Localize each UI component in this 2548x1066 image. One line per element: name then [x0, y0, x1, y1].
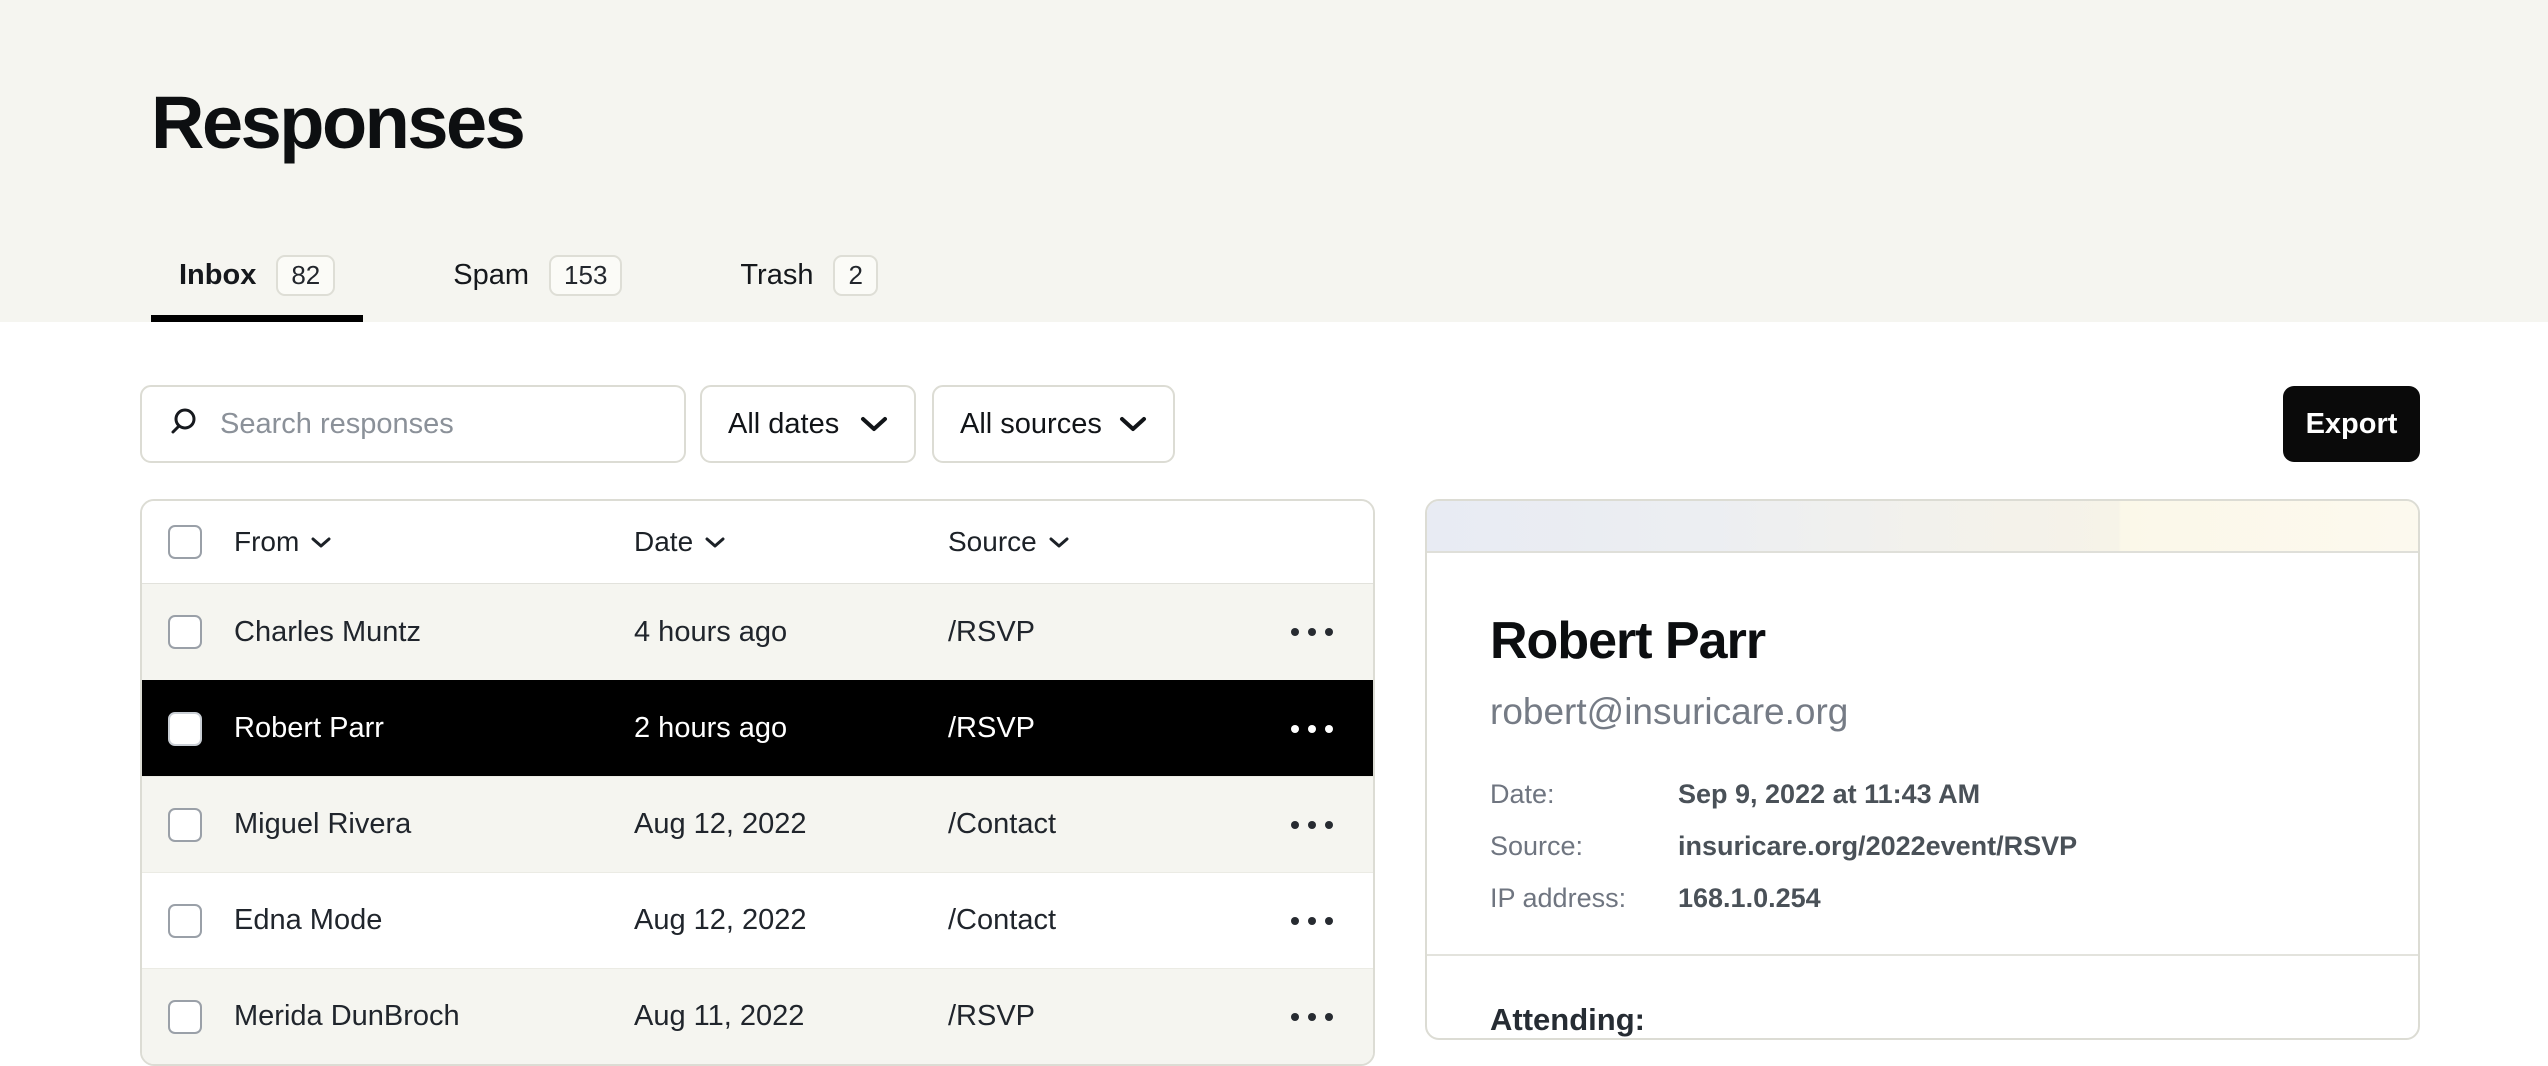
- row-checkbox[interactable]: [168, 712, 202, 746]
- row-date: Aug 11, 2022: [634, 1000, 948, 1033]
- meta-value: insuricare.org/2022event/RSVP: [1678, 831, 2077, 862]
- column-header-from[interactable]: From: [234, 526, 634, 558]
- source-filter-select[interactable]: All sources: [932, 385, 1175, 463]
- tab-spam-label: Spam: [453, 259, 529, 292]
- meta-row-date: Date: Sep 9, 2022 at 11:43 AM: [1490, 779, 2355, 810]
- meta-label: IP address:: [1490, 883, 1678, 914]
- tab-trash[interactable]: Trash 2: [712, 255, 906, 322]
- row-date: Aug 12, 2022: [634, 904, 948, 937]
- table-row[interactable]: Merida DunBroch Aug 11, 2022 /RSVP: [142, 968, 1373, 1064]
- select-all-checkbox[interactable]: [168, 525, 202, 559]
- row-source: /RSVP: [948, 712, 1243, 745]
- meta-value: 168.1.0.254: [1678, 883, 1821, 914]
- detail-email: robert@insuricare.org: [1490, 691, 2355, 733]
- row-source: /RSVP: [948, 616, 1243, 649]
- sort-chevron-icon: [311, 536, 331, 549]
- row-date: Aug 12, 2022: [634, 808, 948, 841]
- chevron-down-icon: [1119, 408, 1147, 441]
- row-date: 2 hours ago: [634, 712, 948, 745]
- tab-inbox[interactable]: Inbox 82: [151, 255, 363, 322]
- row-menu-button[interactable]: [1291, 911, 1333, 931]
- row-from: Merida DunBroch: [234, 1000, 634, 1033]
- meta-row-source: Source: insuricare.org/2022event/RSVP: [1490, 831, 2355, 862]
- row-menu-button[interactable]: [1291, 719, 1333, 739]
- table-row[interactable]: Edna Mode Aug 12, 2022 /Contact: [142, 872, 1373, 968]
- header-band: Responses Inbox 82 Spam 153 Trash 2: [0, 0, 2548, 322]
- detail-name: Robert Parr: [1490, 611, 2355, 671]
- detail-meta-list: Date: Sep 9, 2022 at 11:43 AM Source: in…: [1490, 779, 2355, 914]
- meta-value: Sep 9, 2022 at 11:43 AM: [1678, 779, 1980, 810]
- tab-spam[interactable]: Spam 153: [425, 255, 650, 322]
- row-source: /Contact: [948, 904, 1243, 937]
- export-button[interactable]: Export: [2283, 386, 2420, 462]
- detail-divider: [1427, 954, 2418, 956]
- row-source: /RSVP: [948, 1000, 1243, 1033]
- row-menu-button[interactable]: [1291, 622, 1333, 642]
- column-header-date[interactable]: Date: [634, 526, 948, 558]
- tab-trash-count-badge: 2: [833, 255, 877, 296]
- source-filter-value: All sources: [960, 408, 1102, 441]
- main-content: All dates All sources Export: [140, 385, 2420, 1066]
- row-from: Miguel Rivera: [234, 808, 634, 841]
- row-menu-button[interactable]: [1291, 815, 1333, 835]
- date-filter-value: All dates: [728, 408, 839, 441]
- tab-inbox-label: Inbox: [179, 259, 256, 292]
- search-icon: [168, 406, 200, 443]
- row-checkbox[interactable]: [168, 904, 202, 938]
- tab-inbox-count-badge: 82: [276, 255, 335, 296]
- date-filter-select[interactable]: All dates: [700, 385, 916, 463]
- tab-trash-label: Trash: [740, 259, 813, 292]
- table-row[interactable]: Robert Parr 2 hours ago /RSVP: [142, 680, 1373, 776]
- column-header-source[interactable]: Source: [948, 526, 1243, 558]
- table-body: Charles Muntz 4 hours ago /RSVP Robert P…: [142, 584, 1373, 1064]
- detail-gradient-banner: [1427, 501, 2418, 553]
- column-from-label: From: [234, 526, 299, 558]
- tab-spam-count-badge: 153: [549, 255, 622, 296]
- row-checkbox[interactable]: [168, 808, 202, 842]
- row-menu-button[interactable]: [1291, 1007, 1333, 1027]
- meta-label: Source:: [1490, 831, 1678, 862]
- meta-row-ip: IP address: 168.1.0.254: [1490, 883, 2355, 914]
- search-box[interactable]: [140, 385, 686, 463]
- column-date-label: Date: [634, 526, 693, 558]
- row-from: Charles Muntz: [234, 616, 634, 649]
- table-row[interactable]: Miguel Rivera Aug 12, 2022 /Contact: [142, 776, 1373, 872]
- page-title: Responses: [151, 0, 2548, 165]
- table-row[interactable]: Charles Muntz 4 hours ago /RSVP: [142, 584, 1373, 680]
- row-source: /Contact: [948, 808, 1243, 841]
- column-source-label: Source: [948, 526, 1037, 558]
- chevron-down-icon: [860, 408, 888, 441]
- row-from: Edna Mode: [234, 904, 634, 937]
- search-input[interactable]: [218, 407, 658, 442]
- sort-chevron-icon: [705, 536, 725, 549]
- response-detail-panel: Robert Parr robert@insuricare.org Date: …: [1425, 499, 2420, 1040]
- sort-chevron-icon: [1049, 536, 1069, 549]
- responses-table: From Date Source: [140, 499, 1375, 1066]
- attending-section-heading: Attending:: [1490, 1002, 2355, 1038]
- tab-bar: Inbox 82 Spam 153 Trash 2: [151, 255, 906, 322]
- row-date: 4 hours ago: [634, 616, 948, 649]
- table-header-row: From Date Source: [142, 501, 1373, 584]
- meta-label: Date:: [1490, 779, 1678, 810]
- row-checkbox[interactable]: [168, 615, 202, 649]
- select-all-cell: [142, 525, 234, 559]
- row-checkbox[interactable]: [168, 1000, 202, 1034]
- toolbar: All dates All sources Export: [140, 385, 2420, 463]
- row-from: Robert Parr: [234, 712, 634, 745]
